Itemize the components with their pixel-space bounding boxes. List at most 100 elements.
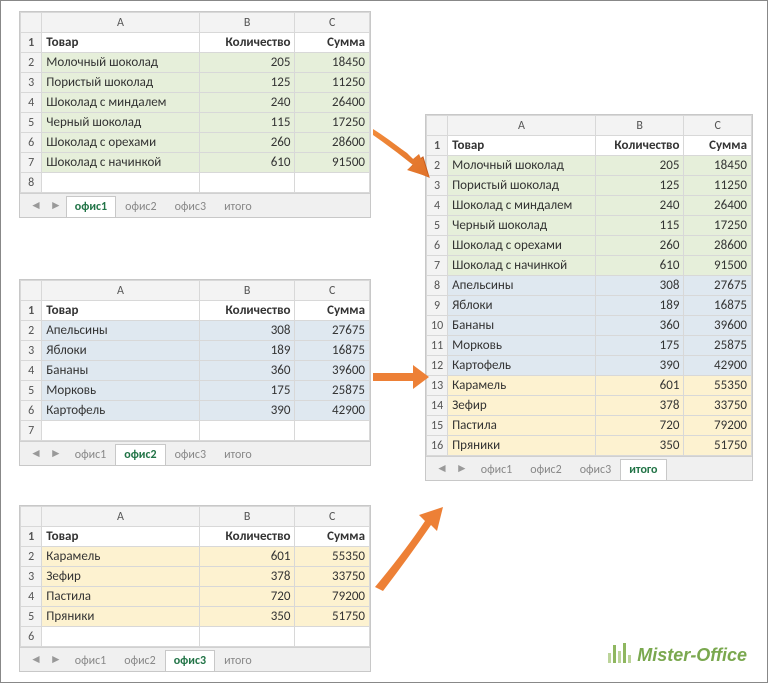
cell[interactable]: 350: [595, 436, 684, 456]
tab-офис1[interactable]: офис1: [472, 459, 521, 480]
row-header[interactable]: 1: [427, 136, 448, 156]
cell[interactable]: 55350: [295, 547, 370, 567]
cell[interactable]: Пастила: [42, 587, 199, 607]
cell[interactable]: 189: [595, 296, 684, 316]
col-header-A[interactable]: A: [42, 13, 199, 33]
cell[interactable]: 720: [595, 416, 684, 436]
row-header[interactable]: 6: [427, 236, 448, 256]
cell[interactable]: Товар: [448, 136, 596, 156]
row-header[interactable]: 4: [21, 361, 42, 381]
col-header-C[interactable]: C: [295, 281, 370, 301]
tab-nav-prev-icon[interactable]: ◄: [26, 652, 46, 667]
cell[interactable]: 39600: [295, 361, 370, 381]
cell[interactable]: Морковь: [42, 381, 199, 401]
cell[interactable]: Сумма: [295, 527, 370, 547]
grid[interactable]: ABC1ТоварКоличествоСумма2Карамель6015535…: [20, 506, 370, 647]
cell[interactable]: 115: [595, 216, 684, 236]
tab-офис3[interactable]: офис3: [165, 650, 215, 671]
cell[interactable]: 601: [199, 547, 295, 567]
cell[interactable]: Картофель: [42, 401, 199, 421]
cell[interactable]: 125: [595, 176, 684, 196]
tab-итого[interactable]: итого: [620, 459, 666, 480]
cell[interactable]: 189: [199, 341, 295, 361]
row-header[interactable]: 15: [427, 416, 448, 436]
cell[interactable]: Пористый шоколад: [448, 176, 596, 196]
cell[interactable]: 25875: [295, 381, 370, 401]
tab-nav-prev-icon[interactable]: ◄: [26, 446, 46, 461]
cell[interactable]: Шоколад с миндалем: [448, 196, 596, 216]
cell[interactable]: Количество: [595, 136, 684, 156]
cell[interactable]: Морковь: [448, 336, 596, 356]
cell[interactable]: 79200: [295, 587, 370, 607]
cell[interactable]: 28600: [684, 236, 752, 256]
row-header[interactable]: 7: [21, 421, 42, 441]
col-header-B[interactable]: B: [199, 13, 295, 33]
row-header[interactable]: 6: [21, 133, 42, 153]
cell[interactable]: 51750: [295, 607, 370, 627]
cell[interactable]: 51750: [684, 436, 752, 456]
col-header-B[interactable]: B: [595, 116, 684, 136]
row-header[interactable]: 1: [21, 33, 42, 53]
cell[interactable]: 16875: [684, 296, 752, 316]
cell[interactable]: Количество: [199, 33, 295, 53]
cell[interactable]: 175: [595, 336, 684, 356]
cell[interactable]: 91500: [684, 256, 752, 276]
row-header[interactable]: 12: [427, 356, 448, 376]
cell[interactable]: 378: [199, 567, 295, 587]
cell[interactable]: Сумма: [295, 33, 370, 53]
cell[interactable]: 125: [199, 73, 295, 93]
cell[interactable]: [42, 627, 199, 647]
cell[interactable]: Количество: [199, 527, 295, 547]
row-header[interactable]: 1: [21, 527, 42, 547]
cell[interactable]: [199, 421, 295, 441]
cell[interactable]: 25875: [684, 336, 752, 356]
cell[interactable]: [295, 627, 370, 647]
cell[interactable]: 260: [199, 133, 295, 153]
cell[interactable]: 360: [595, 316, 684, 336]
cell[interactable]: Бананы: [448, 316, 596, 336]
tab-офис3[interactable]: офис3: [571, 459, 620, 480]
col-header-A[interactable]: A: [42, 281, 199, 301]
cell[interactable]: 91500: [295, 153, 370, 173]
row-header[interactable]: 13: [427, 376, 448, 396]
row-header[interactable]: 7: [21, 153, 42, 173]
select-all[interactable]: [21, 13, 42, 33]
select-all[interactable]: [21, 281, 42, 301]
cell[interactable]: 17250: [295, 113, 370, 133]
row-header[interactable]: 16: [427, 436, 448, 456]
tab-nav-prev-icon[interactable]: ◄: [432, 461, 452, 476]
row-header[interactable]: 9: [427, 296, 448, 316]
cell[interactable]: [295, 421, 370, 441]
cell[interactable]: 240: [595, 196, 684, 216]
cell[interactable]: Пористый шоколад: [42, 73, 199, 93]
row-header[interactable]: 4: [21, 93, 42, 113]
cell[interactable]: 720: [199, 587, 295, 607]
tab-офис1[interactable]: офис1: [66, 196, 116, 217]
cell[interactable]: 28600: [295, 133, 370, 153]
cell[interactable]: Апельсины: [448, 276, 596, 296]
cell[interactable]: Товар: [42, 33, 199, 53]
cell[interactable]: Шоколад с начинкой: [448, 256, 596, 276]
cell[interactable]: 33750: [295, 567, 370, 587]
cell[interactable]: 610: [595, 256, 684, 276]
cell[interactable]: 18450: [295, 53, 370, 73]
cell[interactable]: 360: [199, 361, 295, 381]
cell[interactable]: Зефир: [448, 396, 596, 416]
row-header[interactable]: 2: [427, 156, 448, 176]
cell[interactable]: 26400: [295, 93, 370, 113]
grid[interactable]: ABC1ТоварКоличествоСумма2Молочный шокола…: [20, 12, 370, 193]
row-header[interactable]: 14: [427, 396, 448, 416]
tab-nav-next-icon[interactable]: ►: [46, 446, 66, 461]
tab-офис2[interactable]: офис2: [521, 459, 570, 480]
grid[interactable]: ABC1ТоварКоличествоСумма2Молочный шокола…: [426, 115, 752, 456]
row-header[interactable]: 3: [21, 341, 42, 361]
cell[interactable]: Товар: [42, 527, 199, 547]
cell[interactable]: Сумма: [684, 136, 752, 156]
cell[interactable]: 42900: [684, 356, 752, 376]
row-header[interactable]: 8: [427, 276, 448, 296]
row-header[interactable]: 5: [21, 113, 42, 133]
cell[interactable]: 18450: [684, 156, 752, 176]
cell[interactable]: Сумма: [295, 301, 370, 321]
cell[interactable]: 26400: [684, 196, 752, 216]
cell[interactable]: Количество: [199, 301, 295, 321]
